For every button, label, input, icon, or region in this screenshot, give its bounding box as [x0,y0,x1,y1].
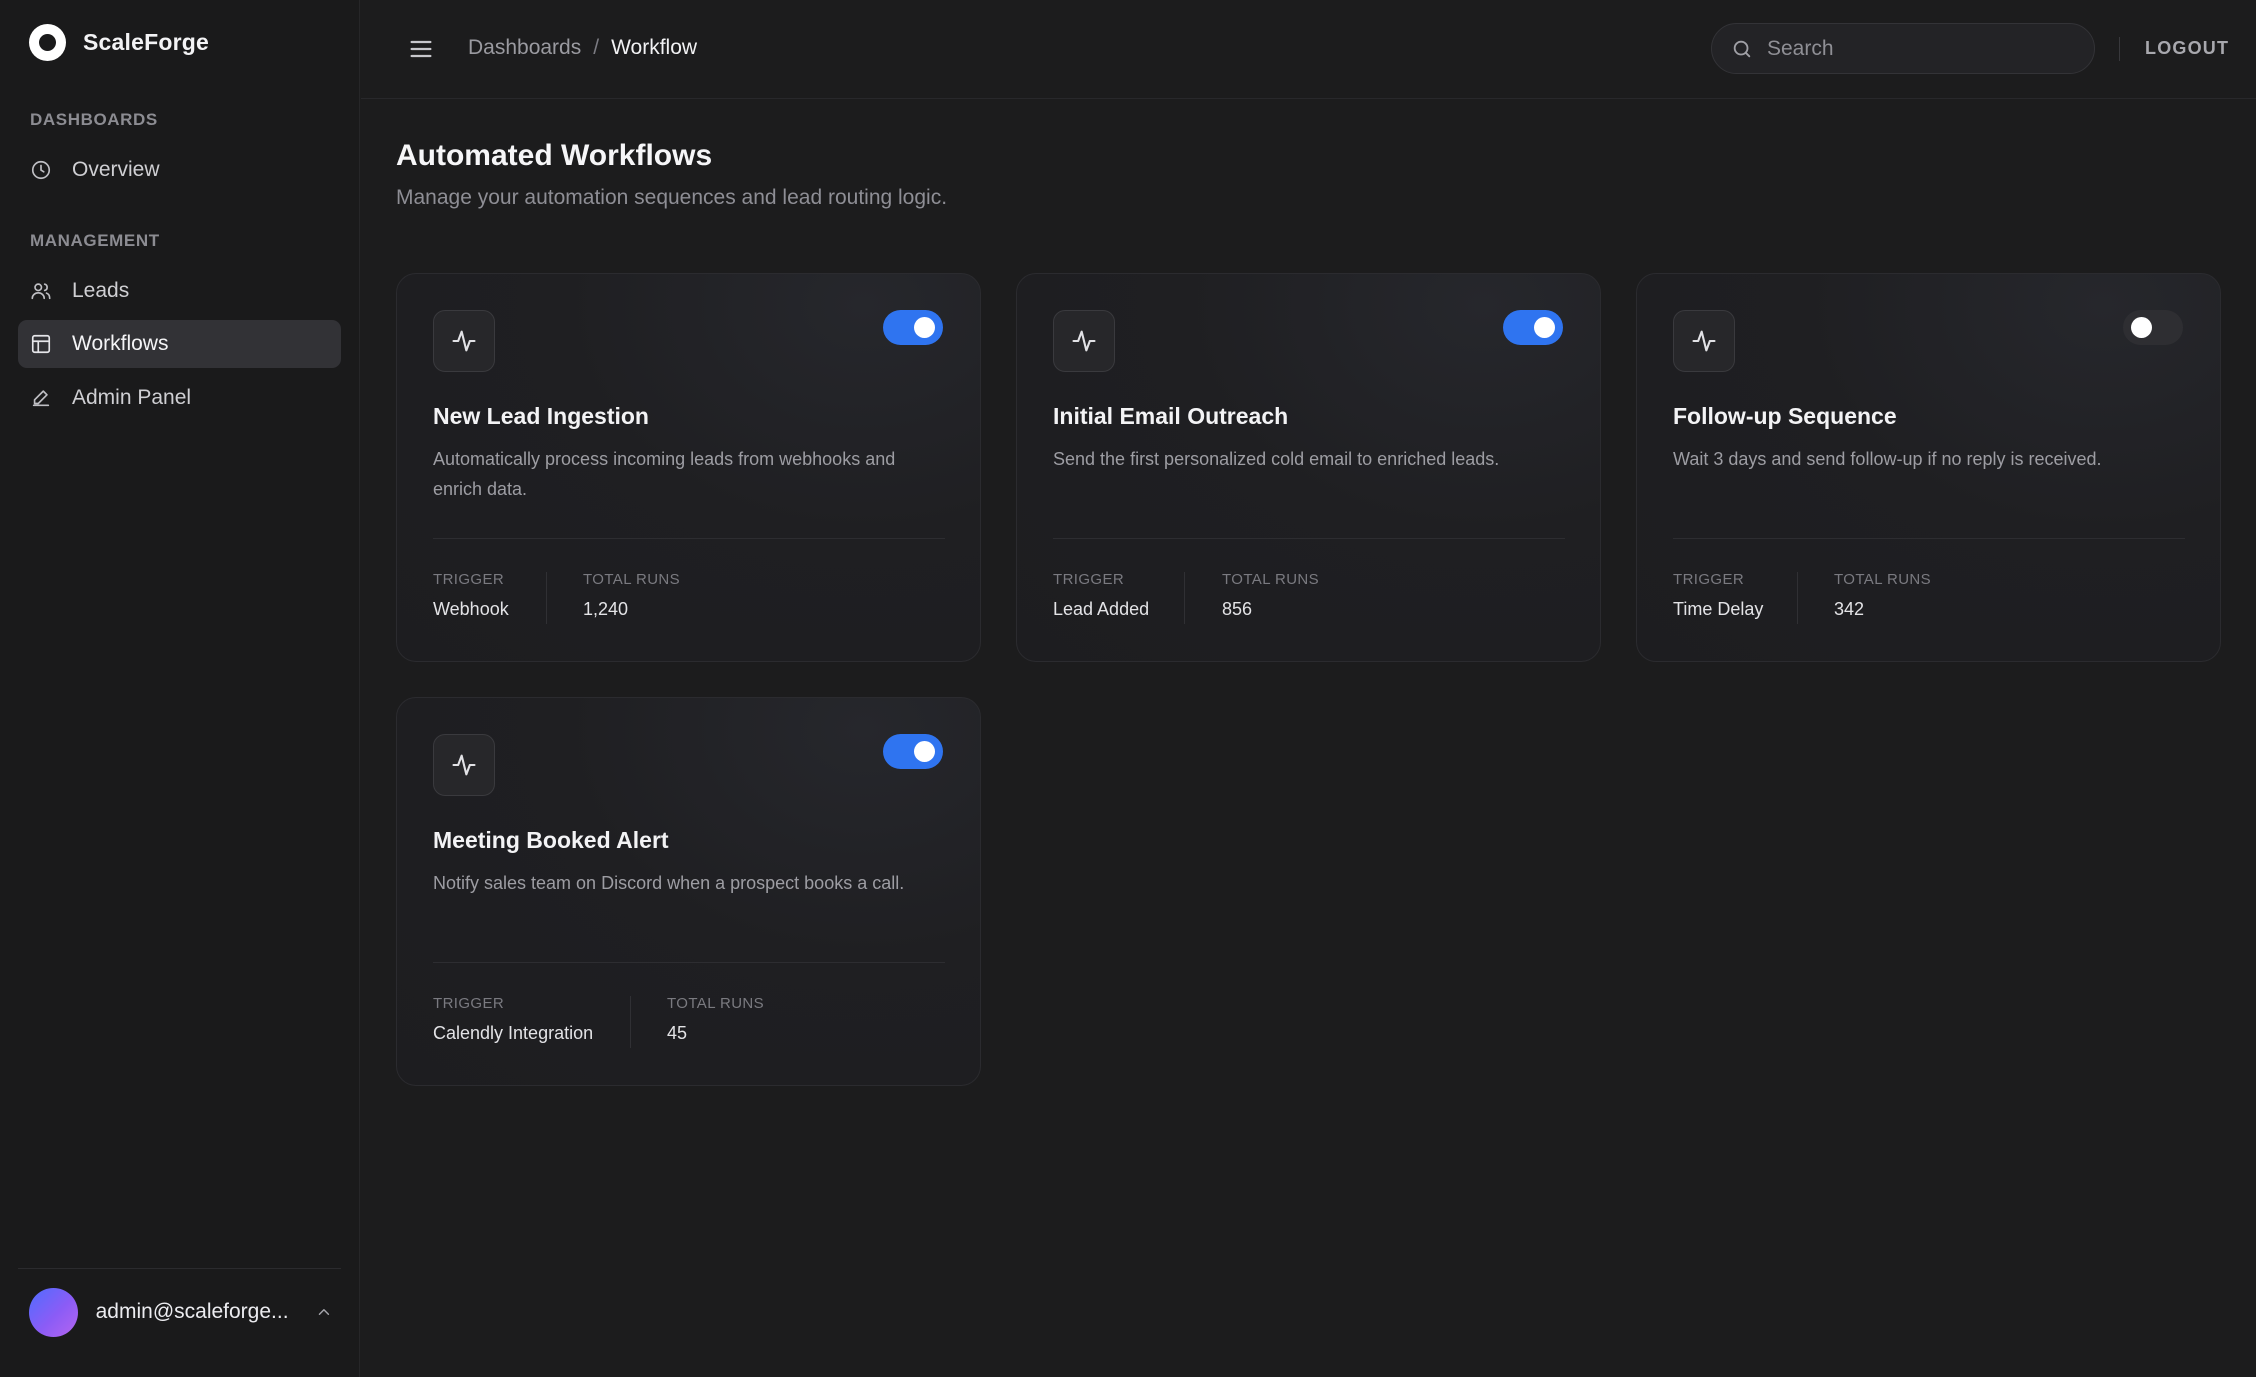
total-runs-label: TOTAL RUNS [1222,571,1320,588]
stat-separator [546,572,547,624]
sidebar-item-label: Workflows [72,332,169,355]
total-runs-stat: TOTAL RUNS 342 [1834,571,1931,620]
workflow-toggle[interactable] [883,310,943,345]
trigger-label: TRIGGER [433,995,505,1012]
logout-button[interactable]: LOGOUT [2145,38,2229,59]
trigger-value: Lead Added [1053,599,1150,619]
sidebar-item-leads[interactable]: Leads [18,267,341,315]
activity-icon [433,734,495,796]
trigger-stat: TRIGGER Webhook [433,571,509,620]
total-runs-label: TOTAL RUNS [583,571,681,588]
trigger-stat: TRIGGER Lead Added [1053,571,1149,620]
trigger-value: Webhook [433,599,509,619]
brand-logo-icon [29,24,66,61]
menu-icon[interactable] [407,35,435,63]
trigger-label: TRIGGER [1673,571,1745,588]
breadcrumb-current: Workflow [611,36,698,59]
section-label-dashboards: DASHBOARDS [30,110,158,129]
workflow-title: Follow-up Sequence [1673,403,1897,429]
user-menu[interactable]: admin@scaleforge... [29,1287,333,1337]
workflow-description: Notify sales team on Discord when a pros… [433,873,905,893]
breadcrumb-separator: / [593,36,600,59]
topbar-divider [2119,37,2120,61]
brand[interactable]: ScaleForge [29,24,209,61]
stat-separator [1797,572,1798,624]
sidebar-item-label: Leads [72,279,130,302]
card-divider [433,962,945,963]
chevron-up-icon [318,1309,330,1315]
avatar [29,1287,78,1337]
total-runs-label: TOTAL RUNS [1834,571,1932,588]
sidebar: ScaleForge DASHBOARDS Overview MANAGEMEN… [0,0,360,1377]
workflow-card[interactable]: New Lead Ingestion Automatically process… [396,273,981,662]
workflow-card[interactable]: Initial Email Outreach Send the first pe… [1016,273,1601,662]
clock-icon [30,159,52,181]
sidebar-item-admin-panel[interactable]: Admin Panel [18,374,341,422]
workflow-description: Automatically process incoming leads fro… [433,449,896,499]
total-runs-value: 856 [1222,599,1253,619]
total-runs-value: 45 [667,1023,688,1043]
trigger-label: TRIGGER [1053,571,1125,588]
page-subtitle: Manage your automation sequences and lea… [396,186,948,209]
workflow-toggle[interactable] [883,734,943,769]
brand-name: ScaleForge [83,29,209,55]
workflow-card[interactable]: Follow-up Sequence Wait 3 days and send … [1636,273,2221,662]
layout-icon [30,333,52,355]
total-runs-stat: TOTAL RUNS 856 [1222,571,1319,620]
trigger-label: TRIGGER [433,571,505,588]
breadcrumb: Dashboards / Workflow [468,36,697,60]
card-divider [433,538,945,539]
search-icon [1733,40,1751,57]
workflow-toggle[interactable] [1503,310,1563,345]
workflow-description: Send the first personalized cold email t… [1053,449,1500,469]
workflow-description: Wait 3 days and send follow-up if no rep… [1673,449,2102,469]
stat-separator [630,996,631,1048]
toggle-knob [914,741,935,762]
workflow-title: New Lead Ingestion [433,403,649,429]
trigger-stat: TRIGGER Time Delay [1673,571,1763,620]
total-runs-stat: TOTAL RUNS 45 [667,995,764,1044]
card-divider [1053,538,1565,539]
total-runs-label: TOTAL RUNS [667,995,765,1012]
users-icon [30,280,52,302]
toggle-knob [2131,317,2152,338]
topbar: Dashboards / Workflow LOGOUT [361,0,2256,99]
workflow-title: Meeting Booked Alert [433,827,669,853]
sidebar-item-workflows[interactable]: Workflows [18,320,341,368]
card-divider [1673,538,2185,539]
breadcrumb-dashboards[interactable]: Dashboards [468,36,581,60]
search-input[interactable] [1767,36,2067,61]
activity-icon [1053,310,1115,372]
sidebar-item-label: Admin Panel [72,386,192,409]
workflow-card[interactable]: Meeting Booked Alert Notify sales team o… [396,697,981,1086]
total-runs-stat: TOTAL RUNS 1,240 [583,571,680,620]
total-runs-value: 342 [1834,599,1865,619]
sidebar-item-overview[interactable]: Overview [18,146,341,194]
toggle-knob [1534,317,1555,338]
section-label-management: MANAGEMENT [30,231,160,250]
sidebar-item-label: Overview [72,158,160,181]
activity-icon [1673,310,1735,372]
trigger-value: Time Delay [1673,599,1764,619]
app-root: ScaleForge DASHBOARDS Overview MANAGEMEN… [0,0,2256,1377]
search-box[interactable] [1711,23,2095,74]
toggle-knob [914,317,935,338]
workflow-title: Initial Email Outreach [1053,403,1289,429]
total-runs-value: 1,240 [583,599,629,619]
user-divider [18,1268,341,1269]
trigger-value: Calendly Integration [433,1023,594,1043]
workflow-toggle[interactable] [2123,310,2183,345]
trigger-stat: TRIGGER Calendly Integration [433,995,593,1044]
page-title: Automated Workflows [396,139,713,172]
pen-icon [30,387,52,409]
activity-icon [433,310,495,372]
user-email: admin@scaleforge... [95,1300,289,1323]
stat-separator [1184,572,1185,624]
